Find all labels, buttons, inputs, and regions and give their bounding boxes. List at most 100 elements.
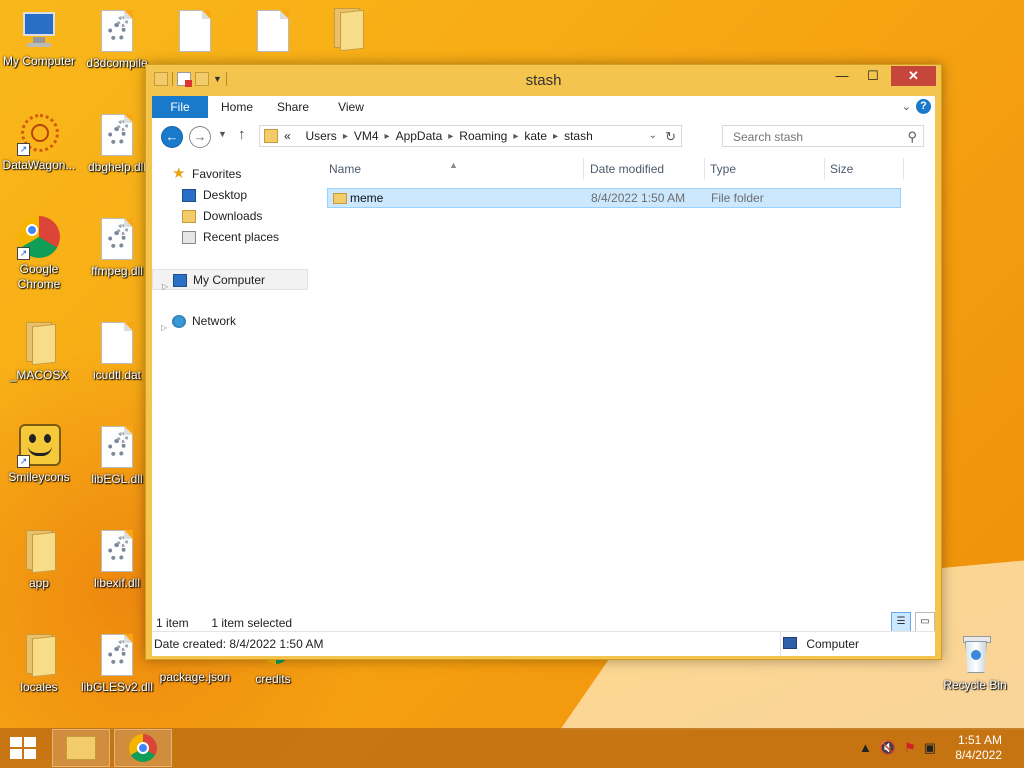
desktop-icon-label: app bbox=[28, 576, 50, 590]
recent-places-icon bbox=[182, 231, 196, 244]
search-box[interactable]: ⚲ bbox=[722, 125, 924, 147]
refresh-icon[interactable]: ↻ bbox=[665, 129, 676, 145]
start-button[interactable] bbox=[10, 737, 38, 761]
file-list: Name ▲ Date modified Type Size meme 8/4/… bbox=[327, 154, 935, 631]
taskbar-file-explorer[interactable] bbox=[52, 729, 110, 767]
breadcrumb-roaming[interactable]: Roaming bbox=[459, 129, 507, 143]
column-header-date[interactable]: Date modified bbox=[590, 154, 702, 184]
nav-recent-places[interactable]: Recent places bbox=[152, 227, 308, 248]
tab-home[interactable]: Home bbox=[214, 96, 260, 118]
breadcrumb-vm4[interactable]: VM4 bbox=[354, 129, 379, 143]
folder-icon bbox=[264, 129, 278, 143]
shortcut-arrow-icon: ↗ bbox=[17, 455, 30, 468]
column-header-type[interactable]: Type bbox=[710, 154, 822, 184]
breadcrumb-kate[interactable]: kate bbox=[524, 129, 547, 143]
breadcrumb-overflow[interactable]: « bbox=[284, 129, 291, 143]
desktop-icon-macosx[interactable]: _MACOSX bbox=[0, 320, 78, 383]
volume-muted-icon[interactable]: 🔇 bbox=[880, 740, 896, 756]
search-icon[interactable]: ⚲ bbox=[907, 129, 917, 145]
nav-desktop[interactable]: Desktop bbox=[152, 185, 308, 206]
chevron-right-icon[interactable]: ▸ bbox=[385, 131, 390, 142]
tab-share[interactable]: Share bbox=[270, 96, 316, 118]
column-divider[interactable] bbox=[824, 158, 825, 180]
desktop-icon-app[interactable]: app bbox=[0, 528, 78, 591]
nav-favorites[interactable]: ★ Favorites bbox=[152, 164, 308, 185]
breadcrumb-appdata[interactable]: AppData bbox=[396, 129, 443, 143]
show-hidden-icons-icon[interactable]: ▲ bbox=[859, 740, 872, 756]
nav-downloads[interactable]: Downloads bbox=[152, 206, 308, 227]
chevron-right-icon[interactable]: ▸ bbox=[448, 131, 453, 142]
breadcrumb: « Users ▸ VM4 ▸ AppData ▸ Roaming ▸ kate ▸ st… bbox=[284, 129, 593, 143]
file-icon bbox=[95, 322, 139, 366]
network-status-icon[interactable]: ▣ bbox=[924, 740, 936, 756]
large-icons-view-icon[interactable]: ▭ bbox=[915, 612, 935, 632]
table-row[interactable]: meme 8/4/2022 1:50 AM File folder bbox=[327, 188, 901, 208]
column-divider[interactable] bbox=[704, 158, 705, 180]
desktop-icon-recycle-bin[interactable]: Recycle Bin bbox=[936, 632, 1014, 693]
minimize-button[interactable]: — bbox=[829, 66, 855, 86]
expand-arrow-icon[interactable]: ▷ bbox=[161, 317, 167, 338]
folder-icon bbox=[17, 530, 61, 574]
navigation-pane: ★ Favorites Desktop Downloads Recent pla… bbox=[152, 154, 312, 631]
breadcrumb-users[interactable]: Users bbox=[305, 129, 336, 143]
maximize-button[interactable]: ☐ bbox=[860, 66, 886, 86]
desktop-icon-label: _MACOSX bbox=[9, 368, 69, 382]
action-center-icon[interactable]: ⚑ bbox=[904, 740, 916, 756]
tab-file[interactable]: File bbox=[152, 96, 208, 118]
expand-ribbon-icon[interactable]: ⌄ bbox=[902, 100, 911, 113]
back-button[interactable]: ← bbox=[161, 126, 183, 148]
desktop-icon-label: package.json bbox=[159, 670, 231, 684]
forward-button[interactable]: → bbox=[189, 126, 211, 148]
file-icon bbox=[251, 10, 295, 54]
dll-file-icon bbox=[95, 530, 139, 574]
chevron-right-icon[interactable]: ▸ bbox=[343, 131, 348, 142]
address-bar[interactable]: « Users ▸ VM4 ▸ AppData ▸ Roaming ▸ kate ▸ st… bbox=[259, 125, 682, 147]
address-history-icon[interactable]: ⌄ bbox=[649, 130, 657, 141]
details-bar: Date created: 8/4/2022 1:50 AM Computer bbox=[152, 631, 935, 656]
expand-arrow-icon[interactable]: ▷ bbox=[162, 276, 168, 297]
shortcut-arrow-icon: ↗ bbox=[17, 247, 30, 260]
column-divider[interactable] bbox=[583, 158, 584, 180]
breadcrumb-stash[interactable]: stash bbox=[564, 129, 593, 143]
chevron-right-icon[interactable]: ▸ bbox=[513, 131, 518, 142]
desktop-icon-my-computer[interactable]: My Computer bbox=[0, 8, 78, 69]
column-divider[interactable] bbox=[903, 158, 904, 180]
folder-icon bbox=[17, 322, 61, 366]
details-view-icon[interactable]: ☰ bbox=[891, 612, 911, 632]
desktop-icon-google-chrome[interactable]: ↗ Google Chrome bbox=[0, 216, 78, 292]
close-button[interactable]: ✕ bbox=[891, 66, 936, 86]
computer-icon bbox=[173, 274, 187, 287]
taskbar-chrome[interactable] bbox=[114, 729, 172, 767]
desktop-icon-smileycons[interactable]: ↗ Smileycons bbox=[0, 424, 78, 485]
computer-icon bbox=[17, 8, 61, 52]
desktop-icon-datawagon[interactable]: ↗ DataWagon... bbox=[0, 112, 78, 173]
up-button[interactable]: ↑ bbox=[238, 126, 246, 143]
column-header-size[interactable]: Size bbox=[830, 154, 900, 184]
desktop-icon-label: Recycle Bin bbox=[943, 678, 1007, 692]
content-area: ★ Favorites Desktop Downloads Recent pla… bbox=[152, 154, 935, 631]
desktop-icon-locales[interactable]: locales bbox=[0, 632, 78, 695]
desktop-icon-d3dcompile[interactable]: d3dcompile bbox=[78, 8, 156, 71]
desktop-icon-package-json[interactable]: package.json bbox=[156, 670, 234, 685]
recent-locations-icon[interactable]: ▼ bbox=[218, 129, 227, 139]
dll-file-icon bbox=[95, 426, 139, 470]
window-title: stash bbox=[525, 72, 562, 89]
desktop-icon-label: locales bbox=[20, 680, 58, 694]
desktop-icon-file[interactable] bbox=[234, 8, 312, 56]
desktop-icon-file[interactable] bbox=[156, 8, 234, 56]
dll-file-icon bbox=[95, 634, 139, 678]
search-input[interactable] bbox=[731, 129, 895, 145]
help-icon[interactable]: ? bbox=[916, 99, 931, 114]
nav-network[interactable]: ▷ Network bbox=[152, 311, 308, 332]
file-date: 8/4/2022 1:50 AM bbox=[591, 191, 686, 205]
sort-ascending-icon: ▲ bbox=[449, 160, 458, 170]
smiley-icon: ↗ bbox=[17, 424, 61, 468]
column-header-name[interactable]: Name ▲ bbox=[329, 154, 579, 184]
desktop-icon-folder[interactable] bbox=[308, 6, 386, 54]
nav-my-computer[interactable]: ▷ My Computer bbox=[152, 269, 308, 291]
clock[interactable]: 1:51 AM 8/4/2022 bbox=[942, 733, 1002, 763]
title-bar[interactable]: ▼ stash — ☐ ✕ bbox=[146, 65, 941, 95]
tab-view[interactable]: View bbox=[328, 96, 374, 118]
date-created: Date created: 8/4/2022 1:50 AM bbox=[154, 637, 324, 651]
chevron-right-icon[interactable]: ▸ bbox=[553, 131, 558, 142]
